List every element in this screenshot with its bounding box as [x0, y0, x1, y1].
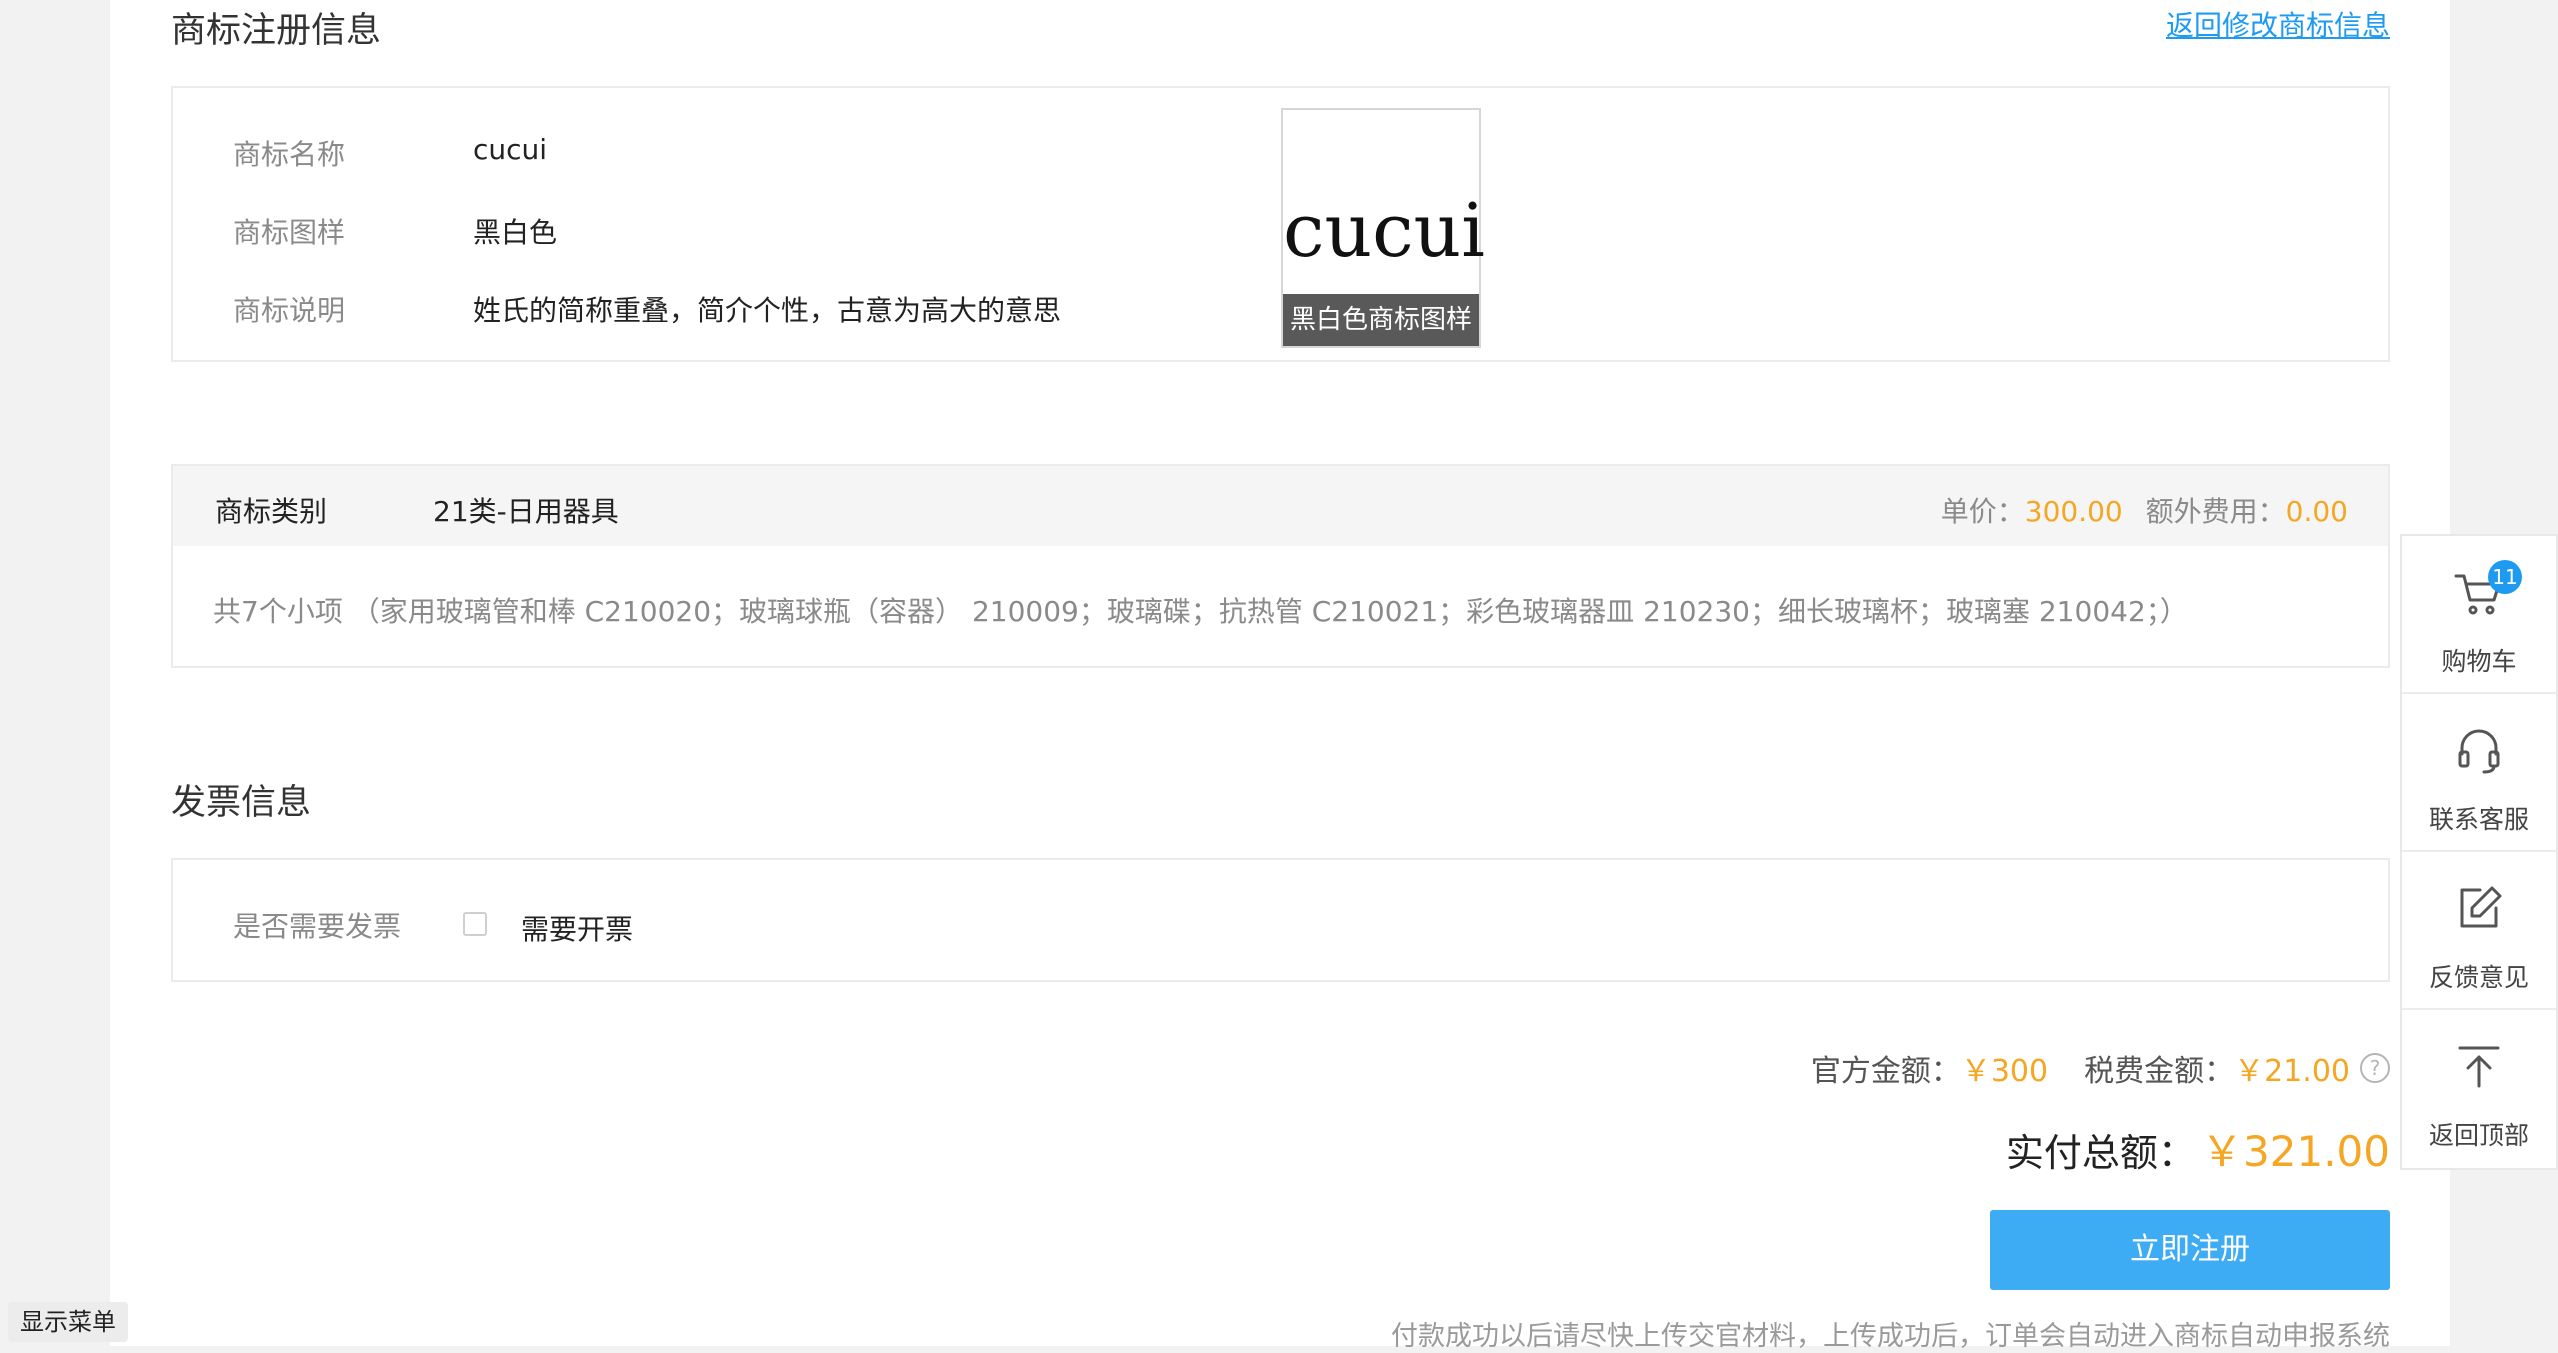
sidebar-label-cart: 购物车	[2441, 647, 2517, 676]
trademark-pattern-label: 商标图样	[233, 216, 346, 249]
trademark-desc-value: 姓氏的简称重叠，简介个性，古意为高大的意思	[473, 294, 1062, 327]
main-content: 商标注册信息 返回修改商标信息 商标名称 cucui 商标图样 黑白色 商标说明…	[110, 0, 2450, 1352]
category-value: 21类-日用器具	[433, 495, 619, 528]
sidebar-label-back-to-top: 返回顶部	[2428, 1121, 2529, 1150]
invoice-checkbox[interactable]	[463, 912, 487, 936]
category-panel: 商标类别 21类-日用器具 单价：300.00 额外费用：0.00 共7个小项 …	[171, 464, 2390, 668]
tax-amount-value: ￥21.00	[2234, 1054, 2350, 1089]
trademark-info-panel: 商标名称 cucui 商标图样 黑白色 商标说明 姓氏的简称重叠，简介个性，古意…	[171, 86, 2390, 362]
section-title-invoice: 发票信息	[171, 783, 312, 823]
headset-icon	[2458, 729, 2500, 774]
total-amount-value: ￥321.00	[2201, 1127, 2390, 1176]
trademark-pattern-value: 黑白色	[473, 216, 558, 249]
tax-help-icon[interactable]: ?	[2360, 1053, 2390, 1083]
fee-summary: 官方金额： ￥300 税费金额： ￥21.00 ?	[1811, 1046, 2390, 1090]
trademark-logo-image: cucui 黑白色商标图样	[1281, 108, 1485, 348]
section-title-trademark: 商标注册信息	[171, 11, 382, 51]
category-label: 商标类别	[215, 495, 328, 528]
register-now-button[interactable]: 立即注册	[1990, 1210, 2390, 1290]
sidebar-item-feedback[interactable]: 反馈意见	[2402, 852, 2556, 1010]
logo-wordmark: cucui	[1283, 188, 1485, 274]
category-header: 商标类别 21类-日用器具 单价：300.00 额外费用：0.00	[173, 466, 2388, 546]
edit-icon	[2460, 886, 2502, 928]
sidebar-label-feedback: 反馈意见	[2428, 963, 2529, 992]
unit-price-label: 单价：	[1940, 495, 2025, 528]
total-amount: 实付总额： ￥321.00	[2006, 1118, 2390, 1179]
sidebar-item-cart[interactable]: 11 购物车	[2402, 536, 2556, 694]
category-pricing: 单价：300.00 额外费用：0.00	[1941, 490, 2348, 530]
invoice-need-label: 是否需要发票	[233, 910, 402, 943]
sidebar-item-support[interactable]: 联系客服	[2402, 694, 2556, 852]
extra-fee-label: 额外费用：	[2145, 495, 2286, 528]
show-menu-button[interactable]: 显示菜单	[8, 1302, 128, 1342]
tax-amount-label: 税费金额：	[2084, 1054, 2235, 1089]
sidebar-item-back-to-top[interactable]: 返回顶部	[2402, 1010, 2556, 1168]
sidebar-label-support: 联系客服	[2428, 805, 2529, 834]
total-amount-label: 实付总额：	[2005, 1131, 2196, 1175]
trademark-desc-label: 商标说明	[233, 294, 346, 327]
official-amount-label: 官方金额：	[1810, 1054, 1961, 1089]
arrow-up-icon	[2458, 1046, 2500, 1088]
payment-note: 付款成功以后请尽快上传交官材料，上传成功后，订单会自动进入商标自动申报系统	[1391, 1321, 2390, 1352]
extra-fee-value: 0.00	[2285, 495, 2348, 528]
unit-price-value: 300.00	[2024, 495, 2123, 528]
back-to-edit-link[interactable]: 返回修改商标信息	[2166, 4, 2390, 44]
invoice-checkbox-label[interactable]: 需要开票	[521, 908, 633, 948]
cart-count-badge: 11	[2488, 560, 2522, 594]
invoice-panel: 是否需要发票 需要开票	[171, 858, 2390, 982]
trademark-name-value: cucui	[473, 133, 548, 166]
official-amount-value: ￥300	[1960, 1054, 2049, 1089]
floating-sidebar: 11 购物车 联系客服 反馈意见 返回顶部	[2400, 534, 2558, 1170]
category-items-list: 共7个小项 （家用玻璃管和棒 C210020；玻璃球瓶（容器） 210009；玻…	[213, 595, 2188, 628]
logo-caption: 黑白色商标图样	[1283, 294, 1479, 346]
trademark-name-label: 商标名称	[233, 138, 346, 171]
